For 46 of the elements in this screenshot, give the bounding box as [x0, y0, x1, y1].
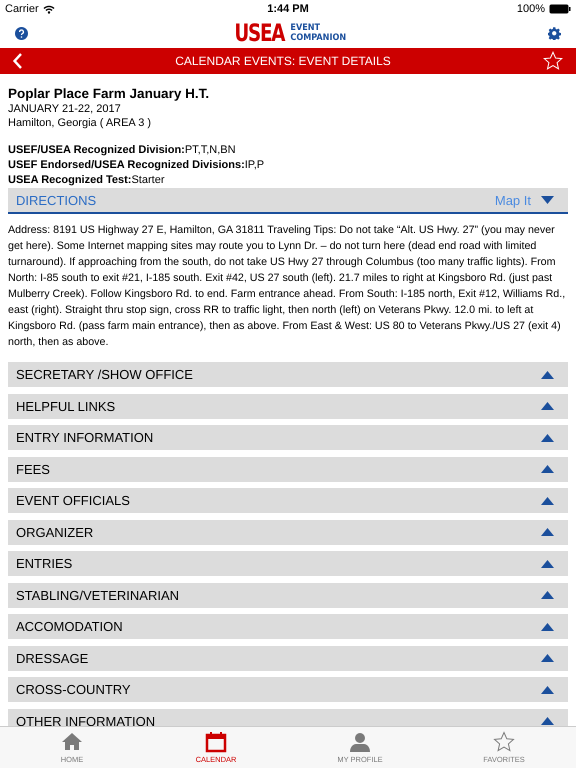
- section-title: CROSS-COUNTRY: [16, 682, 131, 697]
- section-title: DRESSAGE: [16, 650, 88, 666]
- battery-icon: [548, 4, 571, 14]
- section-title: STABLING/VETERINARIAN: [16, 588, 180, 602]
- section-header[interactable]: HELPFUL LINKS: [8, 394, 568, 418]
- event-location: Hamilton, Georgia ( AREA 3 ): [8, 117, 152, 129]
- division-info: USEF Endorsed/USEA Recognized Divisions:IP,P: [8, 158, 266, 173]
- event-dates: JANUARY 21-22, 2017: [8, 103, 122, 115]
- section-header[interactable]: OTHER INFORMATION: [8, 708, 568, 726]
- profile-icon: [349, 731, 371, 753]
- section-header[interactable]: SECRETARY /SHOW OFFICE: [8, 362, 568, 387]
- section-header[interactable]: STABLING/VETERINARIAN: [8, 582, 568, 608]
- section-title: OTHER INFORMATION: [16, 714, 156, 726]
- section-title: DIRECTIONS: [16, 192, 98, 208]
- section-header[interactable]: FEES: [8, 456, 568, 482]
- wifi-icon: [42, 4, 55, 14]
- division-info: USEF/USEA Recognized Division:PT,T,N,BN: [8, 143, 237, 158]
- help-icon: [15, 26, 28, 40]
- screen-title: CALENDAR EVENTS: EVENT DETAILS: [175, 54, 391, 68]
- section-header[interactable]: CROSS-COUNTRY: [8, 677, 568, 702]
- section-header[interactable]: ORGANIZER: [8, 520, 568, 544]
- section-title: ACCOMODATION: [16, 619, 123, 634]
- section-title: ORGANIZER: [16, 524, 94, 540]
- section-header[interactable]: DRESSAGE: [8, 646, 568, 670]
- section-header[interactable]: ACCOMODATION: [8, 614, 568, 639]
- division-info: USEA Recognized Test:Starter: [8, 173, 166, 188]
- section-header[interactable]: ENTRY INFORMATION: [8, 425, 568, 450]
- section-title: HELPFUL LINKS: [16, 398, 116, 414]
- section-title: ENTRIES: [16, 556, 72, 571]
- section-title: FEES: [16, 462, 50, 476]
- home-icon: [61, 731, 83, 753]
- section-title: EVENT OFFICIALS: [16, 493, 130, 508]
- carrier-label: Carrier: [5, 3, 39, 15]
- back-icon: [13, 53, 23, 69]
- calendar-icon: [205, 731, 227, 753]
- section-header[interactable]: EVENT OFFICIALS: [8, 488, 568, 513]
- section-header[interactable]: DIRECTIONS Map It: [8, 188, 568, 214]
- event-title: Poplar Place Farm January H.T.: [8, 86, 210, 101]
- favorites-icon: [493, 731, 515, 753]
- settings-icon: [548, 26, 561, 40]
- clock-label: 1:44 PM: [267, 3, 309, 15]
- section-title: ENTRY INFORMATION: [16, 430, 154, 445]
- battery-label: 100%: [516, 3, 545, 15]
- section-title: SECRETARY /SHOW OFFICE: [16, 367, 193, 382]
- section-header[interactable]: ENTRIES: [8, 551, 568, 576]
- directions-text: Address: 8191 US Highway 27 E, Hamilton, GA 31811 Traveling Tips: Do not take “Alt. US Hwy. 27” (you may never get here). Some Internet mapping sites may route you to Lynn Dr. – do not turn here (dead end road with limited turnaround). If approaching from the south, do not take US Hwy 27 through Columbus (too many traffic lights). From North: I-85 south to exit #21, I-185 south. Exit #42, US 27 south (left). 21.7 miles to right at Kingsboro Rd. (just past Mulberry Creek). Follow Kingsboro Rd. to end. Farm entrance ahead. From South: I-185 north, Exit #12, Williams Rd., east (right). Straight thru stop sign, cross RR to traffic light, then north (left) on Veterans Pkwy. 12.0 mi. to left at Kingsboro Rd. (pass farm main entrance), then as above. From East & West: US 80 to Veterans Pkwy./US 27 (exit 4) north, then as above.: [8, 223, 566, 350]
